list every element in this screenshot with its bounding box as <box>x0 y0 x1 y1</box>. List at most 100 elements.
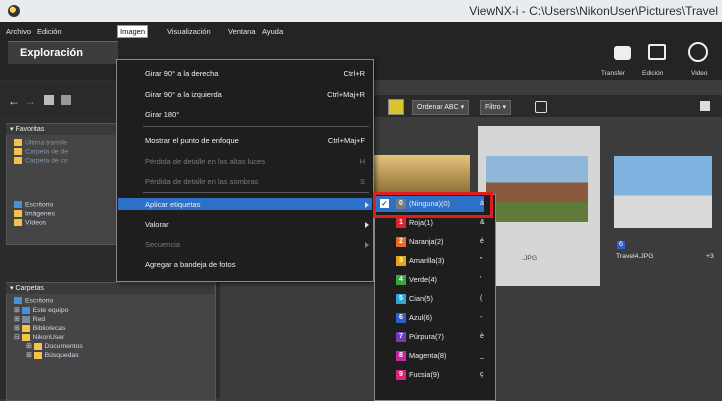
folder-tree-label: Documentos <box>44 343 83 350</box>
fav-item-label: Carpeta de de <box>25 148 69 156</box>
shortcut: S <box>359 177 365 186</box>
label-shortcut: - <box>480 314 483 321</box>
images-folder-icon <box>14 210 22 217</box>
menu-girar-izquierda[interactable]: Girar 90° a la izquierda <box>145 90 222 99</box>
label-color-swatch: 7 <box>396 332 406 343</box>
menu-mostrar-enfoque[interactable]: Mostrar el punto de enfoque <box>145 136 239 145</box>
submenu-arrow-icon <box>365 222 369 228</box>
sort-label: Ordenar ABC <box>417 104 459 111</box>
desktop-icon <box>14 201 22 208</box>
filter-dropdown[interactable]: Filtro ▾ <box>480 100 512 115</box>
menu-secuencia: Secuencia <box>145 240 181 249</box>
label-badge: 6 <box>617 241 625 249</box>
menu-ayuda[interactable]: Ayuda <box>262 27 283 36</box>
fav-location[interactable]: Vídeos <box>14 219 46 226</box>
menu-valorar[interactable]: Valorar <box>145 220 169 229</box>
title-bar: ViewNX-i - C:\Users\NikonUser\Pictures\T… <box>0 0 722 22</box>
fav-location[interactable]: Imágenes <box>14 210 55 217</box>
edicion-label: Edición <box>642 70 664 77</box>
menu-sombras: Pérdida de detalle en las sombras <box>145 177 259 186</box>
menu-agregar-bandeja[interactable]: Agregar a bandeja de fotos <box>145 260 235 269</box>
menu-girar-derecha[interactable]: Girar 90° a la derecha <box>145 69 218 78</box>
photo-thumbnail[interactable] <box>372 155 470 195</box>
photo-thumbnail[interactable] <box>614 156 712 228</box>
folder-tree-item[interactable]: ⊟ NikonUser <box>14 333 64 341</box>
label-shortcut: ( <box>480 295 483 302</box>
folder-tree-item[interactable]: ⊞ Red <box>14 315 45 323</box>
panel-toggle-icon[interactable] <box>700 101 710 111</box>
fav-item[interactable]: Última transfe <box>14 139 67 146</box>
menu-edicion[interactable]: Edición <box>37 27 62 36</box>
menu-archivo[interactable]: Archivo <box>6 27 31 36</box>
back-arrow-icon[interactable]: ← <box>8 95 20 107</box>
transfer-label: Transfer <box>601 70 625 77</box>
label-option-text: Roja(1) <box>409 218 433 227</box>
fav-location-label: Imágenes <box>25 210 55 218</box>
forward-arrow-icon[interactable]: → <box>24 95 36 107</box>
folder-tree-item[interactable]: ⊞ Bibliotecas <box>14 324 65 332</box>
label-filter-icon[interactable] <box>388 99 404 115</box>
label-color-swatch: 8 <box>396 351 406 362</box>
folder-tree-label: NikonUser <box>32 334 65 341</box>
search-folder-icon <box>33 351 42 359</box>
label-color-swatch: 3 <box>396 256 406 267</box>
grid-view-icon[interactable] <box>44 95 54 105</box>
desktop-icon <box>14 297 22 304</box>
highlight-outline <box>373 192 493 218</box>
tab-exploracion[interactable]: Exploración <box>8 41 118 64</box>
user-folder-icon <box>21 333 30 341</box>
folder-tree-label: Este equipo <box>32 307 69 314</box>
shortcut: Ctrl+R <box>343 69 365 78</box>
print-icon[interactable] <box>535 101 547 113</box>
label-option[interactable]: 9 Fucsia(9) <box>396 370 439 381</box>
sort-dropdown[interactable]: Ordenar ABC ▾ <box>412 100 470 115</box>
menu-separator <box>143 192 369 193</box>
imagen-menu: Girar 90° a la derecha Ctrl+R Girar 90° … <box>116 59 374 282</box>
folder-tree-label: Red <box>32 316 46 323</box>
folder-icon <box>14 157 22 164</box>
video-icon[interactable] <box>688 42 708 62</box>
menu-imagen[interactable]: Imagen <box>117 25 149 38</box>
carpetas-header[interactable]: ▾ Carpetas <box>6 283 214 294</box>
label-color-swatch: 4 <box>396 275 406 286</box>
folder-view-icon[interactable] <box>61 95 71 105</box>
filter-label: Filtro <box>485 104 501 111</box>
video-label: Video <box>691 70 708 77</box>
favoritas-header-label: Favoritas <box>15 126 45 133</box>
submenu-arrow-icon <box>365 202 369 208</box>
fav-item-label: Última transfe <box>25 139 67 147</box>
folder-tree-item[interactable]: ⊞ Documentos <box>26 342 83 350</box>
label-option[interactable]: 7 Púrpura(7) <box>396 332 444 343</box>
submenu-arrow-icon <box>365 242 369 248</box>
menu-visualizacion[interactable]: Visualización <box>167 27 211 36</box>
edit-icon[interactable] <box>648 44 666 60</box>
fav-item[interactable]: Carpeta de de <box>14 148 68 155</box>
label-option[interactable]: 5 Cian(5) <box>396 294 433 305</box>
fav-location[interactable]: Escritorio <box>14 201 53 208</box>
menu-ventana[interactable]: Ventana <box>228 27 256 36</box>
label-option[interactable]: 3 Amarilla(3) <box>396 256 444 267</box>
window-title: ViewNX-i - C:\Users\NikonUser\Pictures\T… <box>469 4 718 18</box>
folder-tree-item[interactable]: ⊞ Este equipo <box>14 306 69 314</box>
label-option[interactable]: 4 Verde(4) <box>396 275 437 286</box>
label-shortcut: ' <box>480 276 482 283</box>
label-option[interactable]: 2 Naranja(2) <box>396 237 444 248</box>
folder-tree-item[interactable]: ⊞ Búsquedas <box>26 351 79 359</box>
label-option[interactable]: 6 Azul(6) <box>396 313 432 324</box>
folder-icon <box>14 148 22 155</box>
camera-transfer-icon[interactable] <box>614 46 631 60</box>
label-color-swatch: 2 <box>396 237 406 248</box>
menu-girar-180[interactable]: Girar 180° <box>145 110 179 119</box>
label-shortcut: _ <box>480 352 484 359</box>
label-color-swatch: 1 <box>396 218 406 229</box>
label-option[interactable]: 1 Roja(1) <box>396 218 433 229</box>
photo-thumbnail[interactable] <box>486 156 588 222</box>
shortcut: H <box>359 157 365 166</box>
label-option[interactable]: 8 Magenta(8) <box>396 351 446 362</box>
fav-item[interactable]: Carpeta de co <box>14 157 68 164</box>
folder-tree-item[interactable]: Escritorio <box>14 297 53 304</box>
fav-item-label: Carpeta de co <box>25 157 68 165</box>
menu-aplicar-etiquetas[interactable]: Aplicar etiquetas <box>145 200 200 209</box>
label-shortcut: ç <box>480 371 484 378</box>
label-option-text: Naranja(2) <box>409 237 444 246</box>
